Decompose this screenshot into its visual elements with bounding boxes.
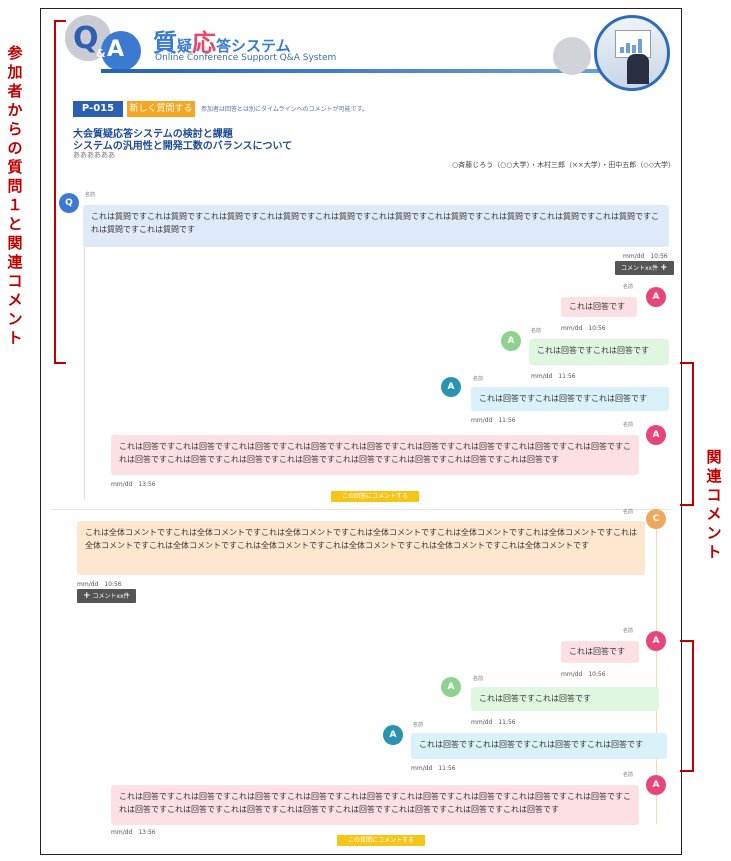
question-bubble: これは質問ですこれは質問ですこれは質問ですこれは質問ですこれは質問ですこれは質問… [83, 205, 669, 247]
reply-bubble: これは回答ですこれは回答です [471, 687, 659, 711]
reply-avatar: A [646, 631, 666, 651]
paper-authors: ○斉藤じろう（○○大学）・木村三郎（××大学）・田中五郎（◇◇大学） [452, 161, 675, 169]
plus-icon: + [83, 591, 91, 601]
reply-avatar: A [646, 287, 666, 307]
reply-time: mm/dd 10:56 [561, 671, 606, 678]
reply-author: 名前 [623, 628, 634, 634]
comment-comments-label: コメントxx件 [92, 593, 130, 600]
logo-amp: & [96, 47, 106, 60]
reply-bubble: これは回答ですこれは回答です [529, 339, 669, 365]
reply-author: 名前 [473, 376, 484, 382]
question-time: mm/dd 10:56 [623, 253, 668, 260]
reply-bubble: これは回答です [561, 297, 637, 317]
question-comments-button[interactable]: コメントxx件 + [615, 261, 674, 275]
decorative-circle [553, 37, 591, 75]
thread1-line [84, 209, 85, 499]
reply-time: mm/dd 13:56 [111, 829, 156, 836]
reply-bubble: これは回答です [561, 641, 639, 663]
plus-icon: + [660, 263, 668, 273]
reply-avatar: A [646, 425, 666, 445]
app-frame: Q & A 質疑応答システム Online Conference Support… [40, 8, 682, 855]
left-bracket [54, 20, 66, 364]
reply-author: 名前 [413, 722, 424, 728]
site-header: Q & A 質疑応答システム Online Conference Support… [41, 9, 681, 94]
reply-author: 名前 [623, 772, 634, 778]
reply-bubble: これは回答ですこれは回答ですこれは回答ですこれは回答です [411, 733, 667, 759]
logo-q: Q [73, 21, 99, 56]
paper-extra: ああああああ [73, 151, 115, 159]
right-bracket-top [680, 362, 694, 506]
reply-avatar: A [441, 377, 461, 397]
reply-time: mm/dd 11:56 [471, 719, 516, 726]
comment-avatar: C [646, 509, 666, 529]
presenter-icon [627, 54, 649, 84]
new-question-button[interactable]: 新しく質問する [127, 101, 195, 117]
presentation-image [594, 15, 670, 91]
paper-number: P-015 [73, 101, 123, 117]
comment-bubble: これは全体コメントですこれは全体コメントですこれは全体コメントですこれは全体コメ… [77, 521, 645, 575]
reply-bubble: これは回答ですこれは回答ですこれは回答ですこれは回答ですこれは回答ですこれは回答… [111, 785, 639, 825]
comment-time: mm/dd 10:56 [77, 581, 122, 588]
question-author: 名前 [85, 192, 96, 198]
right-annotation: 関連コメント [706, 448, 722, 561]
paper-note: 参加者は回答とは別にタイムラインへのコメントが可能です。 [201, 106, 368, 113]
logo-a: A [107, 37, 125, 62]
reply-time: mm/dd 11:56 [471, 417, 516, 424]
reply-avatar: A [383, 725, 403, 745]
reply-avatar: A [441, 677, 461, 697]
reply-avatar: A [646, 775, 666, 795]
question-comments-label: コメントxx件 [621, 265, 659, 272]
reply-time: mm/dd 10:56 [561, 325, 606, 332]
reply-bubble: これは回答ですこれは回答ですこれは回答です [471, 387, 669, 411]
reply-author: 名前 [473, 676, 484, 682]
thread-separator [51, 509, 671, 510]
left-annotation: 参加者からの質問１と関連コメント [7, 44, 23, 347]
comment-on-answer-button[interactable]: この回答にコメントする [331, 491, 419, 502]
reply-time: mm/dd 13:56 [111, 481, 156, 488]
reply-time: mm/dd 11:56 [531, 373, 576, 380]
comment-comments-button[interactable]: + コメントxx件 [77, 589, 136, 603]
reply-author: 名前 [623, 284, 634, 290]
reply-author: 名前 [531, 328, 542, 334]
reply-avatar: A [501, 331, 521, 351]
site-subtitle: Online Conference Support Q&A System [155, 53, 337, 63]
comment-author: 名前 [623, 509, 634, 515]
reply-time: mm/dd 11:56 [411, 765, 456, 772]
header-divider [101, 69, 611, 73]
comment-on-question-button[interactable]: この質問にコメントする [337, 835, 425, 846]
reply-author: 名前 [623, 422, 634, 428]
right-bracket-bottom [680, 640, 694, 772]
reply-bubble: これは回答ですこれは回答ですこれは回答ですこれは回答ですこれは回答ですこれは回答… [111, 435, 639, 475]
